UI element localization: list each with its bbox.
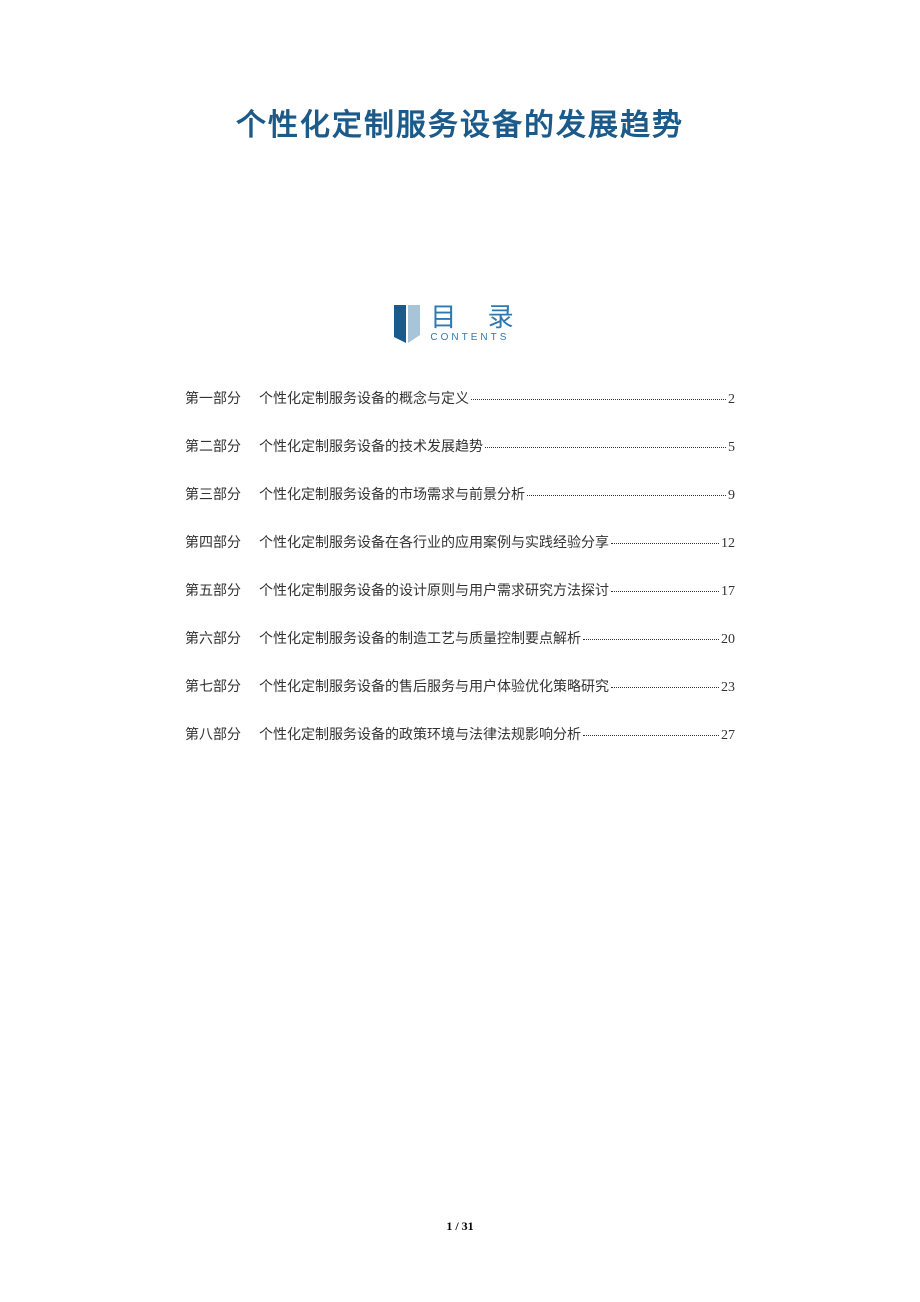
toc-page-number: 20 <box>721 632 735 648</box>
toc-text: 个性化定制服务设备的技术发展趋势 <box>259 436 483 456</box>
toc-item[interactable]: 第八部分 个性化定制服务设备的政策环境与法律法规影响分析 27 <box>185 724 735 744</box>
toc-page-number: 23 <box>721 680 735 696</box>
toc-page-number: 12 <box>721 536 735 552</box>
toc-text: 个性化定制服务设备的市场需求与前景分析 <box>259 484 525 504</box>
toc-page-number: 9 <box>728 488 735 504</box>
document-page: 个性化定制服务设备的发展趋势 目 录 CONTENTS 第一部分 个性化定制服务… <box>0 0 920 744</box>
toc-text: 个性化定制服务设备的设计原则与用户需求研究方法探讨 <box>259 580 609 600</box>
toc-item[interactable]: 第六部分 个性化定制服务设备的制造工艺与质量控制要点解析 20 <box>185 628 735 648</box>
toc-part-label: 第七部分 <box>185 676 241 696</box>
toc-part-label: 第四部分 <box>185 532 241 552</box>
toc-dots <box>583 639 719 640</box>
toc-text: 个性化定制服务设备在各行业的应用案例与实践经验分享 <box>259 532 609 552</box>
toc-page-number: 27 <box>721 728 735 744</box>
bookmark-icon <box>394 305 420 343</box>
toc-dots <box>583 735 719 736</box>
toc-page-number: 17 <box>721 584 735 600</box>
toc-list: 第一部分 个性化定制服务设备的概念与定义 2 第二部分 个性化定制服务设备的技术… <box>100 388 820 744</box>
toc-text: 个性化定制服务设备的政策环境与法律法规影响分析 <box>259 724 581 744</box>
toc-dots <box>611 543 719 544</box>
toc-title-cn: 目 录 <box>430 304 525 330</box>
toc-title-en: CONTENTS <box>430 332 509 343</box>
toc-item[interactable]: 第五部分 个性化定制服务设备的设计原则与用户需求研究方法探讨 17 <box>185 580 735 600</box>
page-separator: / <box>452 1219 461 1233</box>
toc-part-label: 第三部分 <box>185 484 241 504</box>
toc-item[interactable]: 第七部分 个性化定制服务设备的售后服务与用户体验优化策略研究 23 <box>185 676 735 696</box>
toc-part-label: 第一部分 <box>185 388 241 408</box>
page-title: 个性化定制服务设备的发展趋势 <box>100 100 820 144</box>
toc-part-label: 第五部分 <box>185 580 241 600</box>
toc-text: 个性化定制服务设备的售后服务与用户体验优化策略研究 <box>259 676 609 696</box>
toc-item[interactable]: 第四部分 个性化定制服务设备在各行业的应用案例与实践经验分享 12 <box>185 532 735 552</box>
toc-dots <box>611 591 719 592</box>
toc-dots <box>527 495 726 496</box>
toc-item[interactable]: 第三部分 个性化定制服务设备的市场需求与前景分析 9 <box>185 484 735 504</box>
toc-part-label: 第八部分 <box>185 724 241 744</box>
toc-item[interactable]: 第一部分 个性化定制服务设备的概念与定义 2 <box>185 388 735 408</box>
toc-dots <box>471 399 726 400</box>
page-total: 31 <box>462 1219 474 1233</box>
page-footer: 1 / 31 <box>0 1219 920 1234</box>
toc-page-number: 5 <box>728 440 735 456</box>
toc-item[interactable]: 第二部分 个性化定制服务设备的技术发展趋势 5 <box>185 436 735 456</box>
toc-page-number: 2 <box>728 392 735 408</box>
toc-part-label: 第六部分 <box>185 628 241 648</box>
toc-text: 个性化定制服务设备的制造工艺与质量控制要点解析 <box>259 628 581 648</box>
toc-title-wrap: 目 录 CONTENTS <box>430 304 525 343</box>
toc-dots <box>485 447 726 448</box>
toc-dots <box>611 687 719 688</box>
toc-part-label: 第二部分 <box>185 436 241 456</box>
toc-text: 个性化定制服务设备的概念与定义 <box>259 388 469 408</box>
toc-header: 目 录 CONTENTS <box>100 304 820 343</box>
